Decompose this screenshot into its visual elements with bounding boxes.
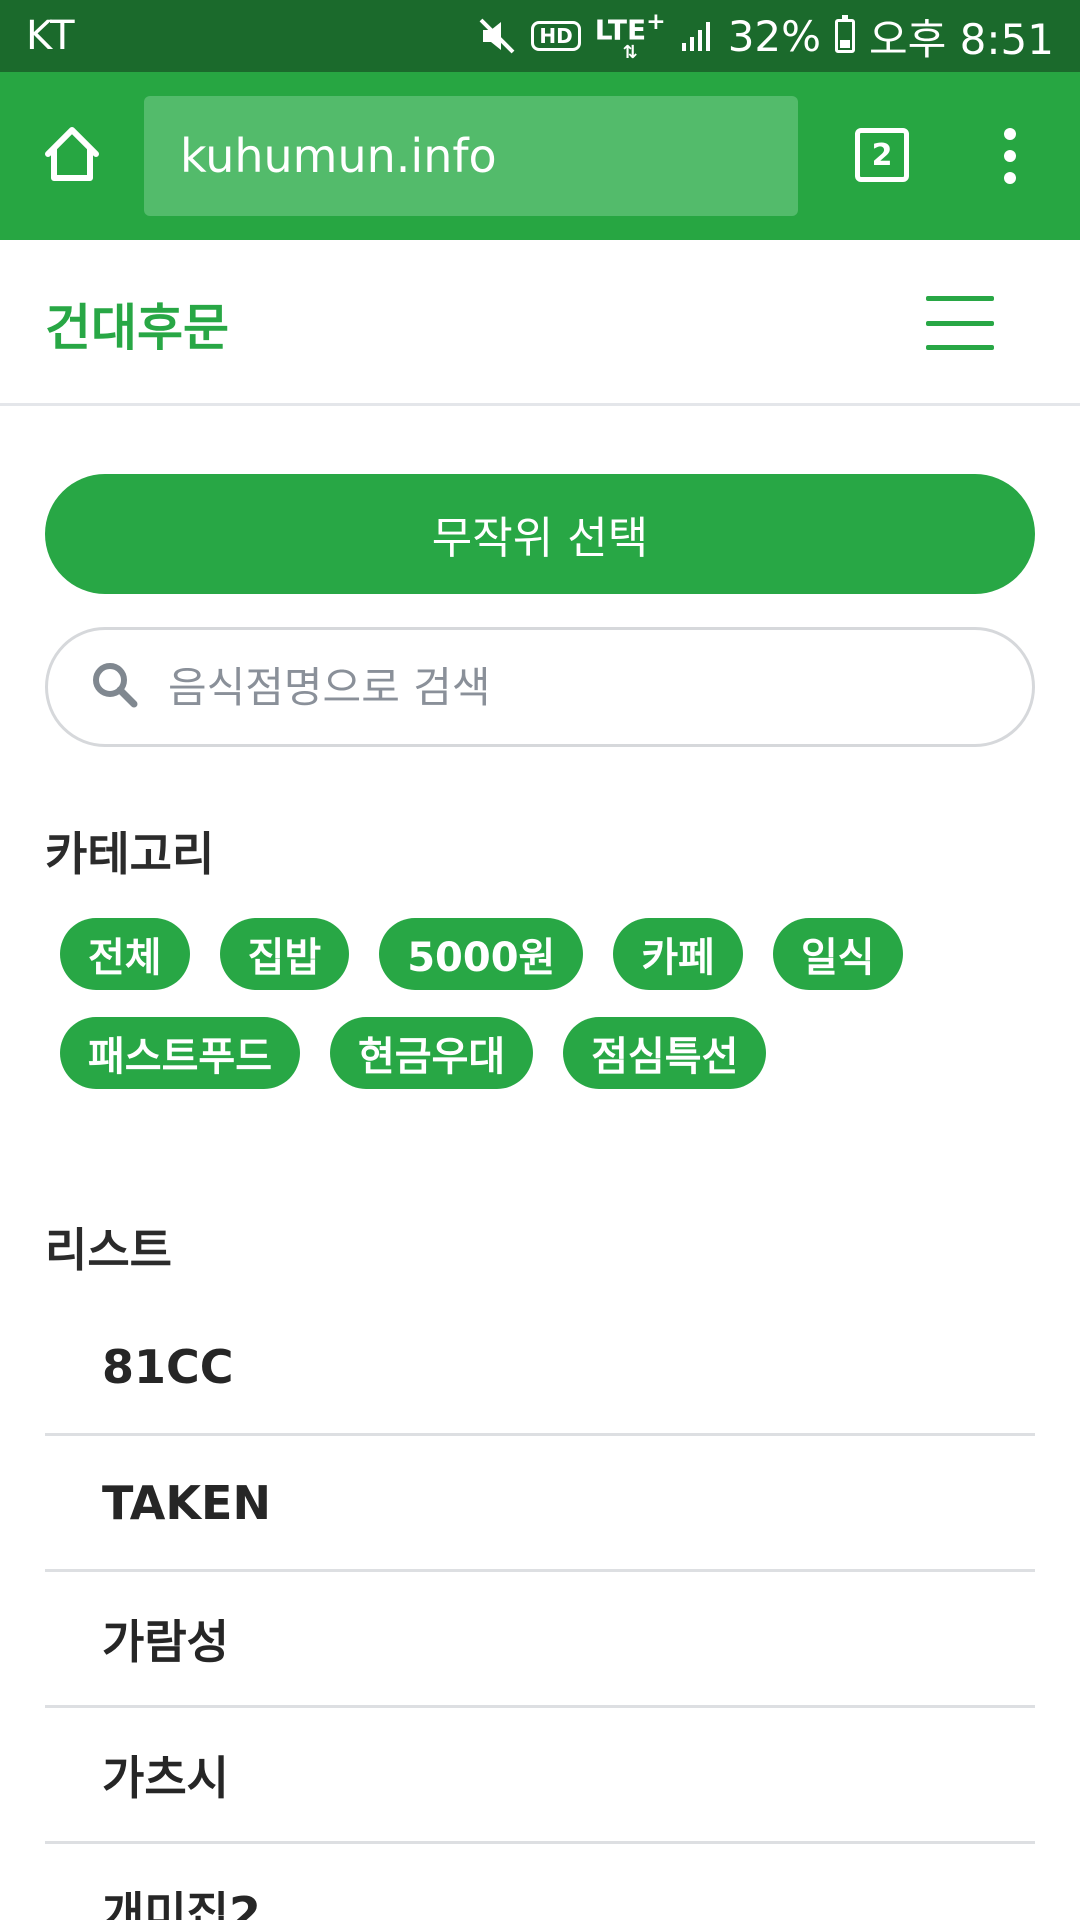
- more-vert-icon[interactable]: [990, 120, 1030, 192]
- battery-icon: [835, 15, 856, 53]
- category-chips: 전체 집밥 5000원 카페 일식 패스트푸드 현금우대 점심특선: [60, 918, 1020, 1089]
- category-chip-japanese[interactable]: 일식: [772, 918, 903, 990]
- category-chip-cafe[interactable]: 카페: [613, 918, 743, 990]
- site-header: 건대후문: [0, 240, 1080, 406]
- status-bar: KT HD LTE+ ⇅ 32% 오후 8:51: [0, 0, 1080, 72]
- search-box[interactable]: [45, 627, 1035, 747]
- mute-icon: [477, 16, 517, 56]
- battery-percent: 32%: [727, 11, 822, 61]
- status-icons: HD LTE+ ⇅ 32% 오후 8:51: [477, 6, 1054, 67]
- home-icon[interactable]: [40, 122, 104, 186]
- network-label: LTE: [594, 13, 647, 47]
- list-item[interactable]: 81CC: [45, 1300, 1035, 1436]
- category-chip-all[interactable]: 전체: [60, 918, 190, 990]
- search-input[interactable]: [168, 662, 988, 712]
- lte-icon: LTE+ ⇅: [594, 6, 666, 64]
- category-chip-home-meal[interactable]: 집밥: [219, 918, 350, 990]
- address-bar[interactable]: kuhumun.info: [144, 96, 798, 216]
- category-heading: 카테고리: [45, 827, 215, 881]
- network-plus-label: +: [646, 6, 666, 35]
- list-item[interactable]: 가츠시: [45, 1708, 1035, 1844]
- signal-icon: [680, 19, 714, 53]
- list-item[interactable]: TAKEN: [45, 1436, 1035, 1572]
- clock: 오후 8:51: [869, 14, 1054, 64]
- list-heading: 리스트: [45, 1223, 172, 1277]
- list-item[interactable]: 개미집2: [45, 1844, 1035, 1920]
- restaurant-list: 81CC TAKEN 가람성 가츠시 개미집2: [45, 1300, 1035, 1920]
- browser-toolbar: kuhumun.info 2: [0, 72, 1080, 240]
- category-chip-cash-discount[interactable]: 현금우대: [330, 1017, 534, 1089]
- hd-voice-icon: HD: [531, 21, 581, 51]
- category-chip-lunch-special[interactable]: 점심특선: [563, 1017, 767, 1089]
- carrier-label: KT: [26, 13, 76, 59]
- list-item[interactable]: 가람성: [45, 1572, 1035, 1708]
- category-chip-5000won[interactable]: 5000원: [379, 918, 584, 990]
- tabs-icon[interactable]: 2: [855, 128, 909, 182]
- random-pick-button[interactable]: 무작위 선택: [45, 474, 1035, 594]
- hamburger-menu-icon[interactable]: [926, 296, 994, 350]
- category-chip-fast-food[interactable]: 패스트푸드: [60, 1017, 300, 1089]
- search-icon: [90, 660, 168, 714]
- site-logo[interactable]: 건대후문: [45, 288, 229, 360]
